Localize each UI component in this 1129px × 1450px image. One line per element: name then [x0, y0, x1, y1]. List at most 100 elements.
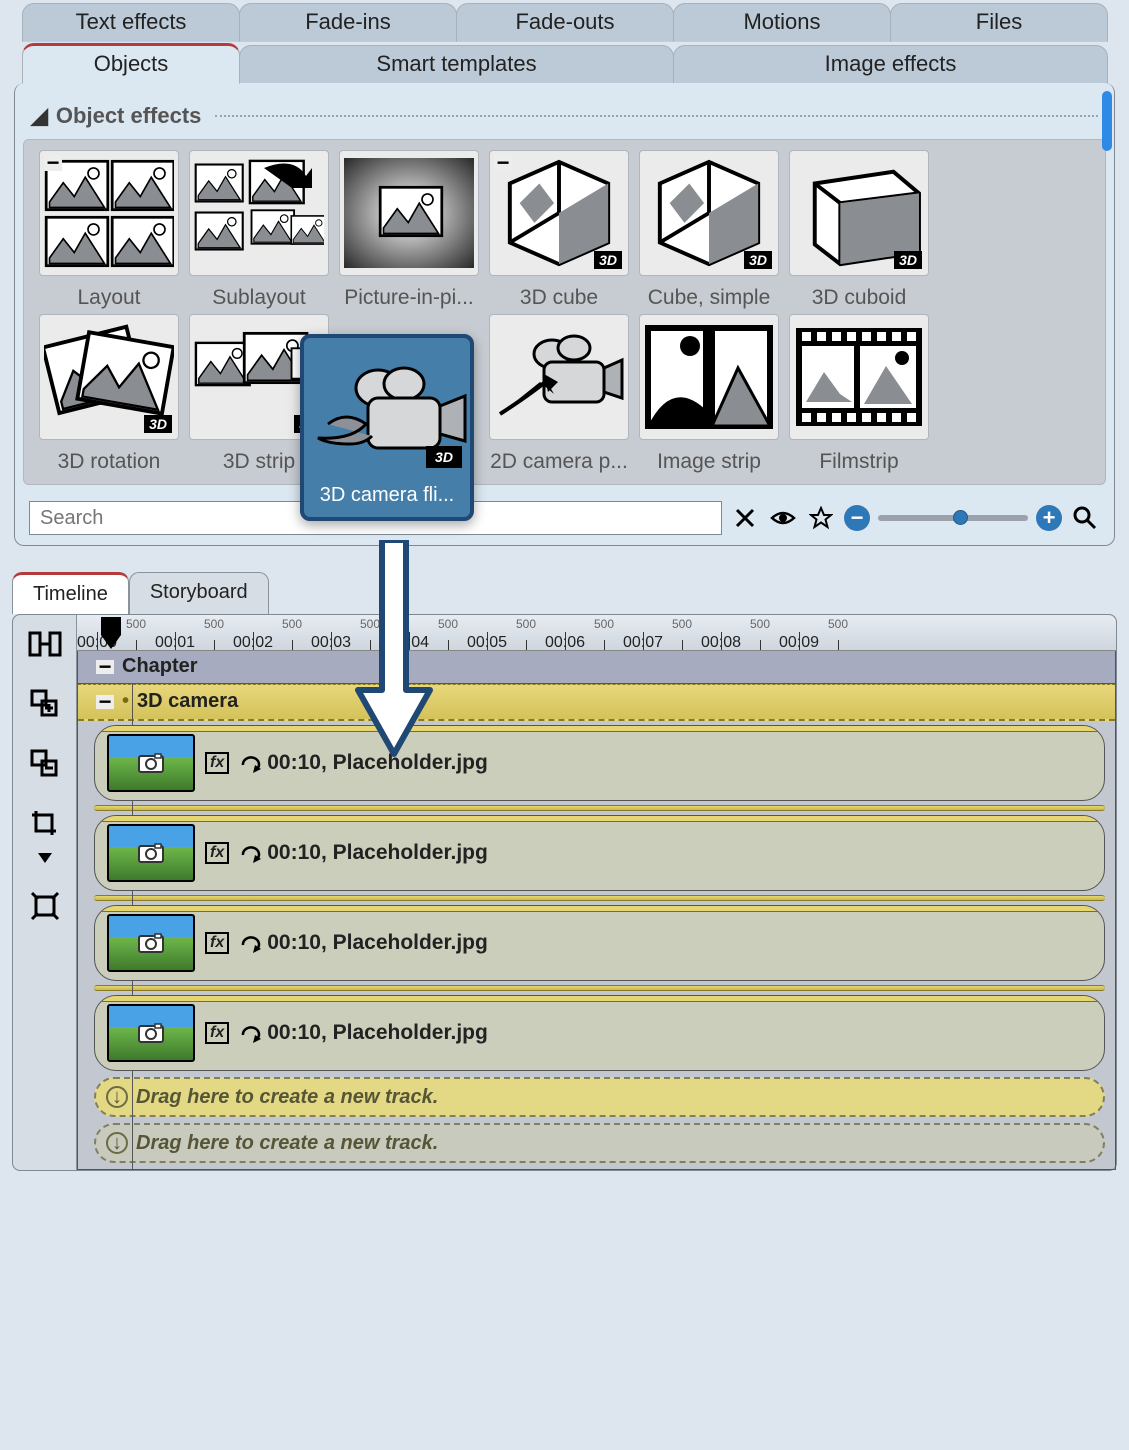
star-favorite-icon[interactable] [806, 503, 836, 533]
effect-label: Layout [36, 286, 182, 310]
fx-icon[interactable]: fx [205, 1022, 229, 1044]
clip-thumbnail [107, 734, 195, 792]
tab-objects[interactable]: Objects [22, 43, 240, 84]
split-clip-icon[interactable] [26, 625, 64, 663]
effect-sublayout[interactable]: Sublayout [186, 150, 332, 310]
effect-layout[interactable]: − Layout [36, 150, 182, 310]
zoom-slider-knob[interactable] [953, 510, 968, 525]
lower-tab-storyboard[interactable]: Storyboard [129, 572, 269, 614]
effect-drag-preview[interactable]: 3D 3D camera fli... [300, 334, 474, 521]
object-effects-header[interactable]: ◢ Object effects [15, 97, 1114, 139]
effects-grid: −LayoutSublayoutPicture-in-pi...−3D3D cu… [24, 150, 1105, 474]
ruler-minor-label: 500 [828, 617, 848, 631]
zoom-out-button[interactable]: − [844, 505, 870, 531]
divider-dots [215, 115, 1098, 117]
effect-campan[interactable]: 2D camera p... [486, 314, 632, 474]
effect-imagestrip[interactable]: Image strip [636, 314, 782, 474]
dropdown-triangle-icon[interactable] [26, 851, 64, 865]
effects-panel: ◢ Object effects − LayoutSublayoutPicture… [14, 83, 1115, 546]
tab-fade-outs[interactable]: Fade-outs [456, 3, 674, 42]
loop-icon[interactable] [239, 843, 263, 863]
playhead[interactable] [99, 615, 123, 651]
effect-label: Image strip [636, 450, 782, 474]
tab-text-effects[interactable]: Text effects [22, 3, 240, 42]
clear-search-icon[interactable] [730, 503, 760, 533]
effect-cube[interactable]: 3D Cube, simple [636, 150, 782, 310]
timeline-tracks: − Chapter − • 3D camera fx 00:10, Placeho… [77, 651, 1116, 1170]
effect-label: 2D camera p... [486, 450, 632, 474]
fx-icon[interactable]: fx [205, 842, 229, 864]
ruler-minor-label: 500 [594, 617, 614, 631]
ruler-label: 00:08 [701, 634, 741, 651]
ruler-label: 00:02 [233, 634, 273, 651]
ruler-label: 00:03 [311, 634, 351, 651]
track-header[interactable]: − • 3D camera [78, 684, 1115, 721]
effect-label: 3D cuboid [786, 286, 932, 310]
effect-pip[interactable]: Picture-in-pi... [336, 150, 482, 310]
badge-3d: 3D [744, 251, 772, 269]
ruler-label: 00:06 [545, 634, 585, 651]
clip-thumbnail [107, 1004, 195, 1062]
timeline-panel: 00:0050000:0150000:0250000:0350000:04500… [12, 614, 1117, 1171]
effects-toolbar: − + [19, 495, 1110, 537]
effect-label: Cube, simple [636, 286, 782, 310]
tab-motions[interactable]: Motions [673, 3, 891, 42]
tab-fade-ins[interactable]: Fade-ins [239, 3, 457, 42]
effect-filmstrip[interactable]: Filmstrip [786, 314, 932, 474]
timeline-clip[interactable]: fx 00:10, Placeholder.jpg [94, 905, 1105, 981]
ruler-minor-label: 500 [126, 617, 146, 631]
svg-text:3D: 3D [435, 449, 453, 465]
section-title: Object effects [56, 103, 202, 129]
effect-label: Filmstrip [786, 450, 932, 474]
down-arrow-icon: ↓ [106, 1132, 128, 1154]
magnifier-icon[interactable] [1070, 503, 1100, 533]
loop-icon[interactable] [239, 1023, 263, 1043]
chapter-label: Chapter [122, 655, 198, 678]
eye-icon[interactable] [768, 503, 798, 533]
timeline-clip[interactable]: fx00:10, Placeholder.jpg [94, 725, 1105, 801]
ruler-label: 00:05 [467, 634, 507, 651]
crop-icon[interactable] [26, 805, 64, 843]
clip-thumbnail [107, 824, 195, 882]
timeline-ruler[interactable]: 00:0050000:0150000:0250000:0350000:04500… [77, 615, 1116, 651]
fx-icon[interactable]: fx [205, 752, 229, 774]
lower-tab-row: TimelineStoryboard [12, 572, 1117, 614]
fit-view-icon[interactable] [26, 887, 64, 925]
loop-icon[interactable] [239, 933, 263, 953]
ruler-minor-label: 500 [750, 617, 770, 631]
effect-cube[interactable]: −3D3D cube [486, 150, 632, 310]
ruler-label: 00:07 [623, 634, 663, 651]
effect-label: Sublayout [186, 286, 332, 310]
tab-smart-templates[interactable]: Smart templates [239, 45, 674, 84]
track-label: 3D camera [137, 690, 238, 713]
minus-icon[interactable]: − [44, 155, 62, 171]
clip-thumbnail [107, 914, 195, 972]
ruler-label: 00:01 [155, 634, 195, 651]
vertical-scrollbar[interactable] [1102, 91, 1112, 151]
lower-tab-timeline[interactable]: Timeline [12, 572, 129, 614]
drop-hint-label: Drag here to create a new track. [136, 1086, 438, 1109]
effect-cuboid[interactable]: 3D3D cuboid [786, 150, 932, 310]
timeline-clip[interactable]: fx00:10, Placeholder.jpg [94, 995, 1105, 1071]
zoom-slider[interactable] [878, 515, 1028, 521]
zoom-in-button[interactable]: + [1036, 505, 1062, 531]
effect-rotation[interactable]: 3D3D rotation [36, 314, 182, 474]
drop-zone-new-track[interactable]: ↓ Drag here to create a new track. [94, 1123, 1105, 1163]
remove-track-icon[interactable] [26, 745, 64, 783]
minus-icon[interactable]: − [96, 695, 114, 709]
minus-icon[interactable]: − [96, 660, 114, 674]
tab-image-effects[interactable]: Image effects [673, 45, 1108, 84]
timeline-clip[interactable]: fx 00:10, Placeholder.jpg [94, 815, 1105, 891]
tab-row-lower: ObjectsSmart templatesImage effects [0, 42, 1129, 84]
drop-zone-new-track[interactable]: ↓ Drag here to create a new track. [94, 1077, 1105, 1117]
chapter-header[interactable]: − Chapter [78, 651, 1115, 684]
loop-icon[interactable] [239, 753, 263, 773]
badge-3d: 3D [594, 251, 622, 269]
tab-files[interactable]: Files [890, 3, 1108, 42]
minus-icon[interactable]: − [494, 155, 512, 171]
fx-icon[interactable]: fx [205, 932, 229, 954]
drag-preview-label: 3D camera fli... [304, 476, 470, 517]
add-track-icon[interactable] [26, 685, 64, 723]
clip-label: 00:10, Placeholder.jpg [267, 841, 488, 865]
clip-label: 00:10, Placeholder.jpg [267, 931, 488, 955]
